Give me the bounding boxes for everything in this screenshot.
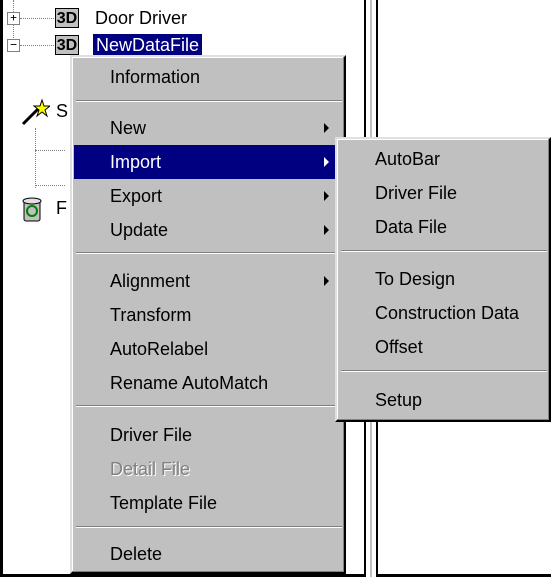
menu-item-export[interactable]: Export: [74, 179, 344, 213]
menu-item-alignment-label: Alignment: [110, 271, 191, 291]
submenu-item-data-file[interactable]: Data File: [339, 210, 549, 244]
menu-item-transform[interactable]: Transform: [74, 298, 344, 332]
menu-separator: [76, 100, 342, 102]
import-submenu: AutoBar Driver File Data File To Design …: [335, 137, 551, 422]
tree-item-partial-f[interactable]: F: [56, 197, 67, 219]
submenu-item-to-design[interactable]: To Design: [339, 262, 549, 296]
3d-badge-icon: 3D: [55, 8, 79, 28]
submenu-arrow-icon: [324, 225, 329, 235]
menu-item-detail-file: Detail File: [110, 459, 191, 479]
tree-connector: [35, 128, 36, 188]
submenu-item-setup[interactable]: Setup: [339, 383, 549, 417]
menu-separator: [76, 405, 342, 407]
submenu-item-construction-data[interactable]: Construction Data: [339, 296, 549, 330]
menu-separator: [341, 250, 547, 252]
submenu-arrow-icon: [324, 276, 329, 286]
menu-item-export-label: Export: [110, 186, 163, 206]
menu-separator: [341, 370, 547, 372]
menu-item-update[interactable]: Update: [74, 213, 344, 247]
window-left-border: [0, 0, 3, 577]
submenu-item-autobar[interactable]: AutoBar: [339, 142, 549, 176]
submenu-arrow-icon: [324, 157, 329, 167]
3d-badge-icon: 3D: [55, 35, 79, 55]
menu-item-new[interactable]: New: [74, 111, 344, 145]
submenu-item-driver-file[interactable]: Driver File: [339, 176, 549, 210]
menu-item-template-file[interactable]: Template File: [74, 486, 344, 520]
menu-separator: [76, 526, 342, 528]
tree-connector: [20, 18, 56, 19]
tree-item-partial-s[interactable]: S: [56, 100, 68, 122]
menu-item-delete[interactable]: Delete: [74, 537, 344, 571]
tree-connector: [20, 45, 56, 46]
menu-item-import-label: Import: [110, 152, 162, 172]
menu-item-update-label: Update: [110, 220, 169, 240]
menu-separator: [76, 252, 342, 254]
menu-item-import[interactable]: Import: [74, 145, 344, 179]
tree-item-new-data-file[interactable]: NewDataFile: [93, 34, 203, 56]
recycle-bin-icon: [22, 197, 42, 222]
menu-item-alignment[interactable]: Alignment: [74, 264, 344, 298]
collapse-minus-icon[interactable]: −: [7, 39, 20, 52]
menu-item-information[interactable]: Information: [74, 60, 344, 94]
tree-item-door-driver[interactable]: Door Driver: [95, 7, 187, 29]
tree-connector: [35, 150, 65, 151]
menu-item-rename-automatch[interactable]: Rename AutoMatch: [74, 366, 344, 400]
submenu-arrow-icon: [324, 191, 329, 201]
menu-item-driver-file[interactable]: Driver File: [74, 418, 344, 452]
context-menu: Information New Import Export Update Ali…: [70, 55, 346, 574]
submenu-item-offset[interactable]: Offset: [339, 330, 549, 364]
tree-connector: [35, 185, 65, 186]
submenu-arrow-icon: [324, 123, 329, 133]
menu-item-autorelabel[interactable]: AutoRelabel: [74, 332, 344, 366]
expand-plus-icon[interactable]: +: [7, 12, 20, 25]
magic-wand-icon: [21, 98, 50, 126]
menu-item-new-label: New: [110, 118, 147, 138]
